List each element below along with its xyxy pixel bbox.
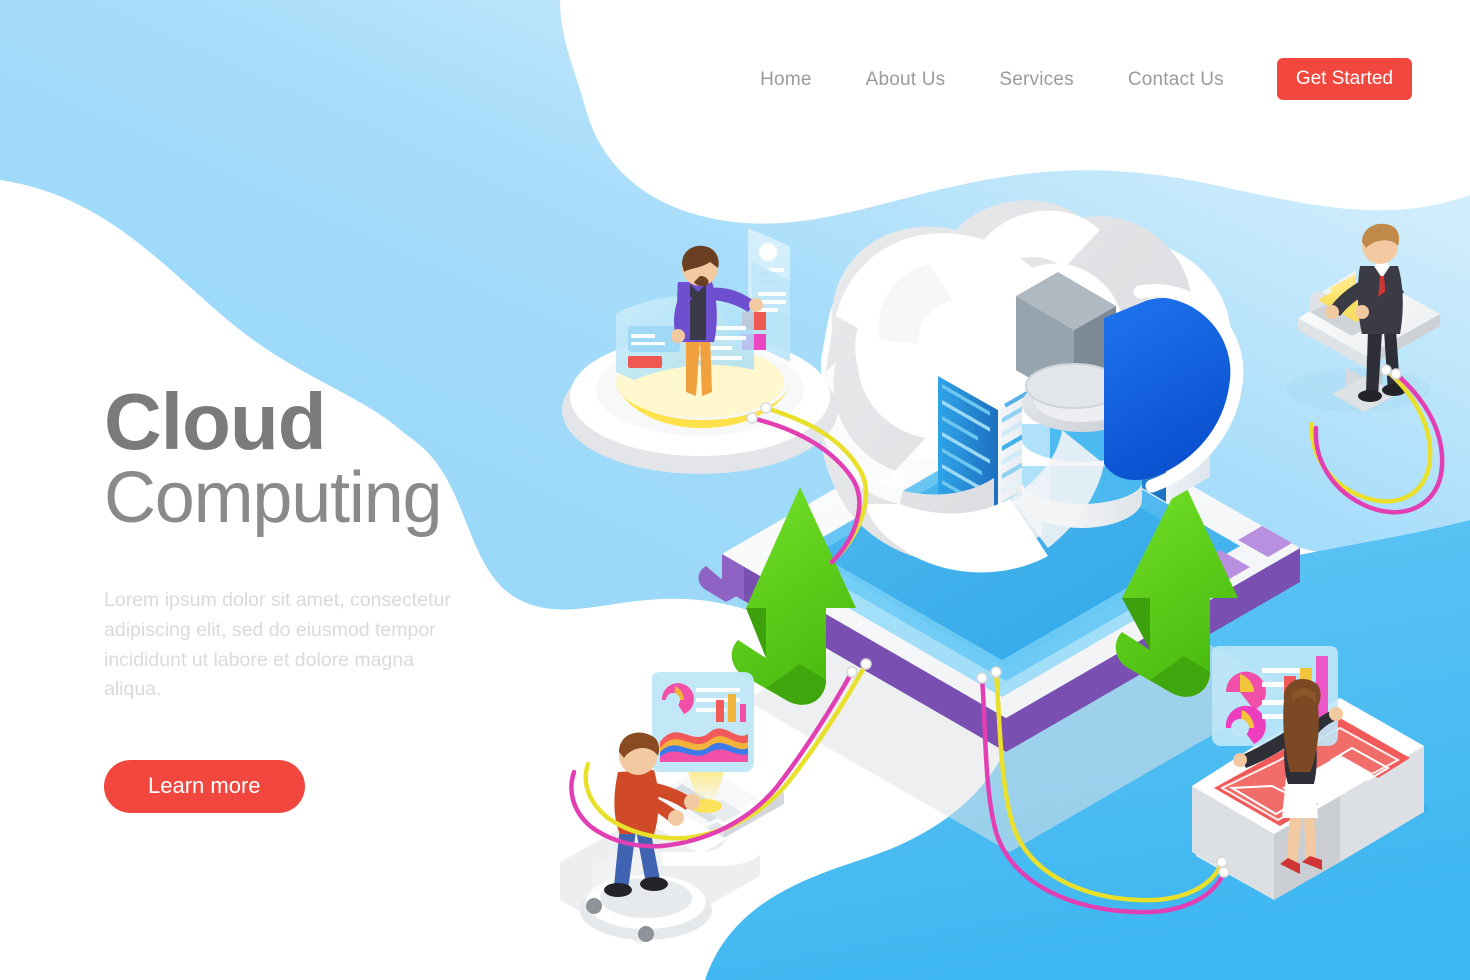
page-title-line-2: Computing (104, 458, 443, 539)
page-title-line-1: Cloud (104, 377, 327, 466)
hero-paragraph: Lorem ipsum dolor sit amet, consectetur … (104, 589, 451, 701)
nav-link-services[interactable]: Services (972, 70, 1100, 89)
page-title: Cloud Computing (104, 377, 524, 539)
learn-more-button[interactable]: Learn more (104, 759, 305, 813)
landing-page-stage: Home About Us Services Contact Us Get St… (0, 0, 1470, 980)
main-navigation: Home About Us Services Contact Us Get St… (0, 0, 1470, 150)
nav-link-list: Home About Us Services Contact Us Get St… (733, 58, 1412, 100)
get-started-button[interactable]: Get Started (1276, 58, 1412, 100)
nav-link-contact-us[interactable]: Contact Us (1101, 70, 1251, 89)
hero-text-block: Cloud Computing Lorem ipsum dolor sit am… (104, 377, 524, 813)
nav-link-about-us[interactable]: About Us (839, 70, 973, 89)
nav-link-home[interactable]: Home (733, 70, 838, 89)
